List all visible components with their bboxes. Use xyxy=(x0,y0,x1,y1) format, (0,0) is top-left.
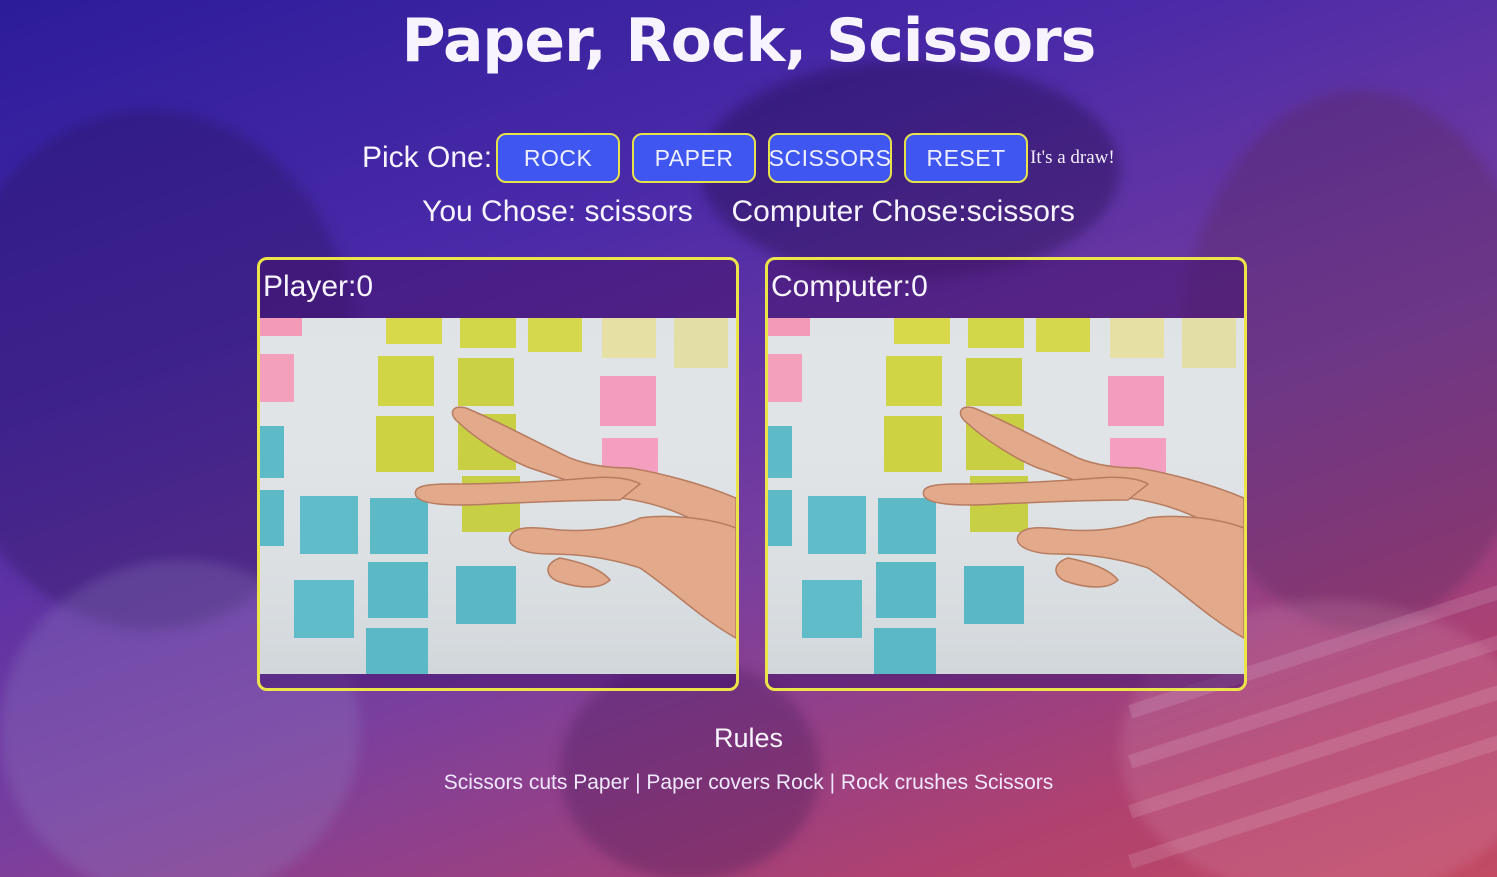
pick-one-label: Pick One: xyxy=(362,141,493,174)
player-label: Player: xyxy=(263,270,357,303)
computer-chose-label: Computer Chose: xyxy=(731,195,967,228)
player-score-value: 0 xyxy=(356,270,374,303)
you-chose-value: scissors xyxy=(584,195,693,228)
rock-button[interactable]: ROCK xyxy=(496,133,621,183)
controls-bar: Pick One: ROCK PAPER SCISSORS RESET It's… xyxy=(362,133,1115,183)
background-hand xyxy=(560,660,820,877)
rules-text: Scissors cuts Paper | Paper covers Rock … xyxy=(443,771,1054,794)
scissors-hand-image xyxy=(768,318,1244,674)
player-panel: Player:0 xyxy=(257,257,739,691)
computer-score: Computer:0 xyxy=(771,270,928,304)
scissors-hand-image xyxy=(260,318,736,674)
scissors-button[interactable]: SCISSORS xyxy=(768,133,893,183)
computer-chose-value: scissors xyxy=(966,195,1075,228)
page-title: Paper, Rock, Scissors xyxy=(401,6,1097,76)
choices-line: You Chose: scissors Computer Chose:sciss… xyxy=(0,195,1497,229)
reset-button[interactable]: RESET xyxy=(904,133,1029,183)
rules-heading: Rules xyxy=(713,723,784,753)
player-score: Player:0 xyxy=(263,270,373,304)
computer-panel: Computer:0 xyxy=(765,257,1247,691)
computer-score-value: 0 xyxy=(911,270,928,303)
paper-button[interactable]: PAPER xyxy=(632,133,757,183)
computer-label: Computer: xyxy=(771,270,912,303)
result-message: It's a draw! xyxy=(1030,147,1115,168)
you-chose-label: You Chose: xyxy=(422,195,577,228)
